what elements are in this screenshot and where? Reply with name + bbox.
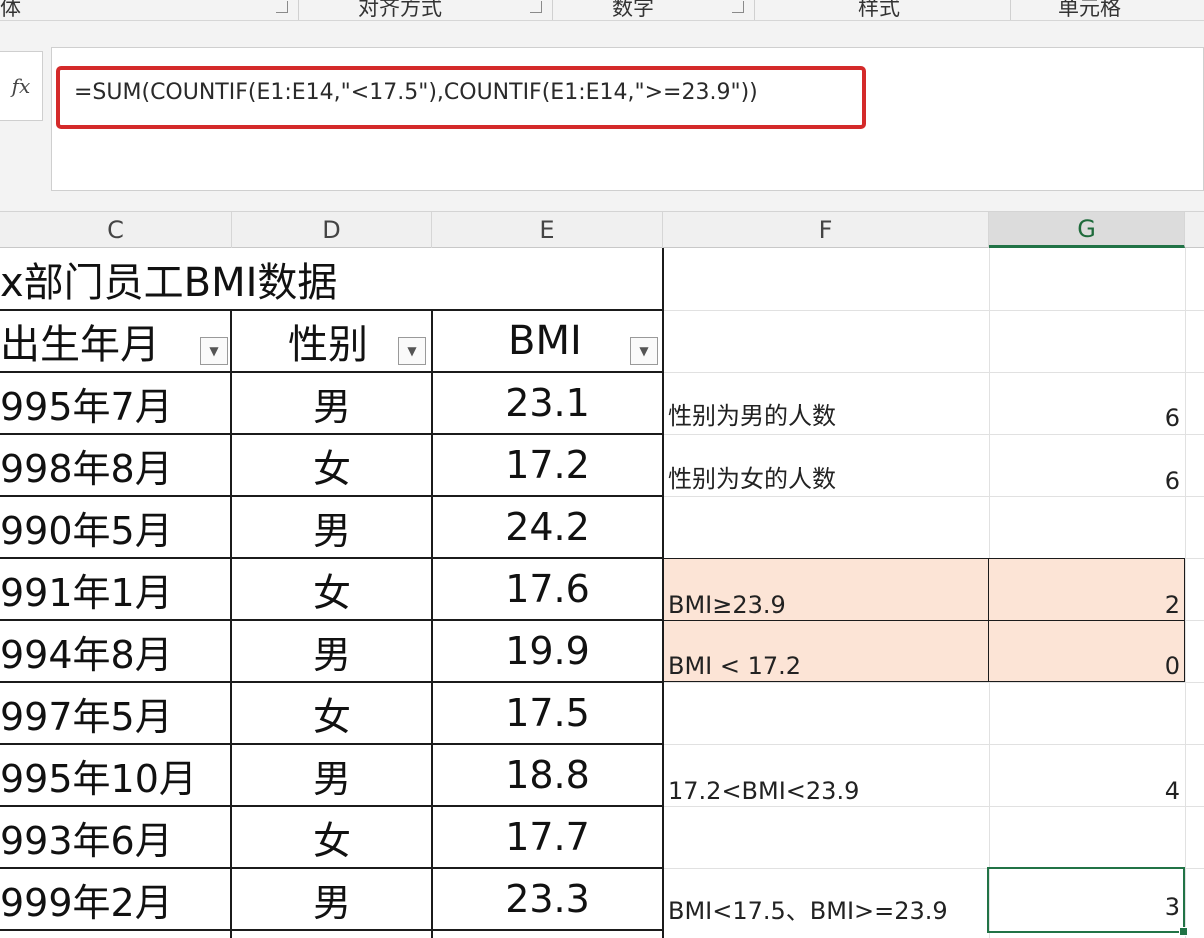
- ribbon-group-alignment-label: 对齐方式: [358, 0, 442, 20]
- ribbon-group-styles-label: 样式: [858, 0, 900, 20]
- stat-value-bmi-low[interactable]: 0: [990, 651, 1180, 681]
- cell-gender[interactable]: 女: [232, 682, 432, 744]
- table-border: [0, 557, 664, 559]
- stat-value-female-count[interactable]: 6: [990, 466, 1180, 496]
- filter-dropdown-icon[interactable]: ▼: [398, 337, 426, 365]
- cell-gender[interactable]: 女: [232, 806, 432, 868]
- table-border: [0, 495, 664, 497]
- cell-bmi[interactable]: 17.6: [432, 558, 663, 620]
- header-bmi: BMI: [508, 318, 582, 364]
- insert-function-button[interactable]: fx: [0, 51, 43, 121]
- cell-birth-month[interactable]: 998年8月: [0, 434, 173, 496]
- table-border: [0, 929, 664, 931]
- gridline: [663, 496, 1204, 497]
- alignment-dialog-launcher-icon[interactable]: [530, 1, 542, 13]
- cell-gender[interactable]: 男: [232, 496, 432, 558]
- cell-bmi[interactable]: 18.8: [432, 744, 663, 806]
- fill-handle[interactable]: [1179, 927, 1188, 936]
- gridline: [663, 682, 1204, 683]
- column-header-e[interactable]: E: [432, 212, 663, 248]
- cell-gender[interactable]: 男: [232, 744, 432, 806]
- stat-value-bmi-normal[interactable]: 4: [990, 776, 1180, 806]
- cell-birth-month[interactable]: 990年5月: [0, 496, 173, 558]
- fx-icon: fx: [11, 74, 31, 98]
- header-gender: 性别: [288, 322, 368, 368]
- cell-birth-month[interactable]: 993年6月: [0, 806, 173, 868]
- cell-border: [1184, 558, 1185, 682]
- cell-border: [663, 681, 1185, 682]
- cell-gender[interactable]: 女: [232, 558, 432, 620]
- cell-birth-month[interactable]: 997年5月: [0, 682, 173, 744]
- ribbon-group-labels: 体 对齐方式 数字 样式 单元格: [0, 0, 1204, 21]
- cell-border: [663, 558, 1185, 559]
- table-border: [0, 681, 664, 683]
- stat-label-bmi-high[interactable]: BMI≥23.9: [668, 590, 786, 620]
- cell-border: [988, 558, 989, 682]
- formula-bar: fx =SUM(COUNTIF(E1:E14,"<17.5"),COUNTIF(…: [0, 21, 1204, 211]
- table-border: [230, 310, 232, 938]
- cell-border: [663, 620, 1185, 621]
- table-border: [0, 743, 664, 745]
- formula-text: =SUM(COUNTIF(E1:E14,"<17.5"),COUNTIF(E1:…: [74, 80, 758, 105]
- gridline: [663, 806, 1204, 807]
- column-headers: C D E F G: [0, 211, 1204, 248]
- worksheet-grid[interactable]: x部门员工BMI数据 出生年月 ▼ 性别 ▼ BMI ▼ 995年7月 男 23…: [0, 248, 1204, 938]
- table-border: [0, 805, 664, 807]
- ribbon-separator: [298, 0, 299, 20]
- gridline: [663, 372, 1204, 373]
- cell-bmi[interactable]: 17.5: [432, 682, 663, 744]
- table-border: [431, 310, 433, 938]
- ribbon-group-number-label: 数字: [612, 0, 654, 20]
- stat-label-bmi-normal[interactable]: 17.2<BMI<23.9: [668, 776, 859, 806]
- table-border: [0, 619, 664, 621]
- cell-bmi[interactable]: 24.2: [432, 496, 663, 558]
- cell-birth-month[interactable]: 995年7月: [0, 372, 173, 434]
- filter-dropdown-icon[interactable]: ▼: [200, 337, 228, 365]
- gridline: [663, 434, 1204, 435]
- ribbon-separator: [754, 0, 755, 20]
- cell-bmi[interactable]: 19.9: [432, 620, 663, 682]
- column-header-f[interactable]: F: [663, 212, 989, 248]
- stat-label-female-count[interactable]: 性别为女的人数: [668, 464, 836, 494]
- stat-label-male-count[interactable]: 性别为男的人数: [668, 401, 836, 431]
- table-border: [0, 867, 664, 869]
- column-header-c[interactable]: C: [0, 212, 232, 248]
- stat-label-bmi-low[interactable]: BMI < 17.2: [668, 651, 801, 681]
- cell-birth-month[interactable]: 995年10月: [0, 744, 197, 806]
- number-dialog-launcher-icon[interactable]: [732, 1, 744, 13]
- ribbon-group-font-label: 体: [0, 0, 21, 20]
- stat-value-male-count[interactable]: 6: [990, 403, 1180, 433]
- column-header-d[interactable]: D: [232, 212, 432, 248]
- table-border: [0, 371, 664, 373]
- column-header-g[interactable]: G: [989, 212, 1185, 248]
- table-title: x部门员工BMI数据: [0, 260, 338, 306]
- ribbon-group-cells-label: 单元格: [1058, 0, 1121, 20]
- ribbon-separator: [1010, 0, 1011, 20]
- gridline: [663, 744, 1204, 745]
- table-border: [0, 433, 664, 435]
- ribbon-separator: [552, 0, 553, 20]
- font-dialog-launcher-icon[interactable]: [276, 1, 288, 13]
- gridline: [663, 310, 1204, 311]
- cell-bmi[interactable]: 17.7: [432, 806, 663, 868]
- filter-dropdown-icon[interactable]: ▼: [630, 337, 658, 365]
- cell-bmi[interactable]: 17.2: [432, 434, 663, 496]
- stat-value-bmi-high[interactable]: 2: [990, 590, 1180, 620]
- gridline: [1185, 248, 1186, 938]
- header-birth-month: 出生年月: [0, 322, 160, 368]
- cell-bmi[interactable]: 23.1: [432, 372, 663, 434]
- cell-birth-month[interactable]: 994年8月: [0, 620, 173, 682]
- cell-gender[interactable]: 男: [232, 372, 432, 434]
- active-cell-selection[interactable]: [987, 867, 1185, 933]
- cell-gender[interactable]: 男: [232, 620, 432, 682]
- table-border: [662, 248, 664, 938]
- stat-label-bmi-outliers[interactable]: BMI<17.5、BMI>=23.9: [668, 896, 948, 926]
- table-border: [0, 309, 664, 311]
- cell-birth-month[interactable]: 999年2月: [0, 868, 173, 930]
- cell-gender[interactable]: 女: [232, 434, 432, 496]
- cell-birth-month[interactable]: 991年1月: [0, 558, 173, 620]
- cell-gender[interactable]: 男: [232, 868, 432, 930]
- cell-bmi[interactable]: 23.3: [432, 868, 663, 930]
